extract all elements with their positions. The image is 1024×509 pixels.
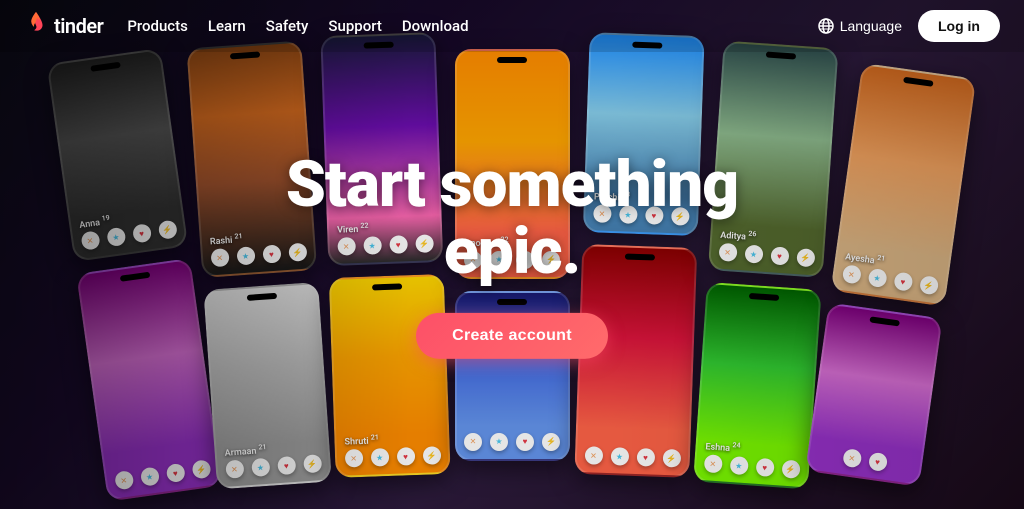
nav-learn[interactable]: Learn (208, 17, 246, 35)
nav-products[interactable]: Products (127, 17, 188, 35)
tinder-flame-icon (24, 12, 48, 40)
nav-support[interactable]: Support (328, 17, 381, 35)
tinder-logo-link[interactable]: tinder (24, 12, 103, 40)
hero-title: Start something epic. (212, 150, 812, 284)
navbar: tinder Products Learn Safety Support Dow… (0, 0, 1024, 52)
nav-links: Products Learn Safety Support Download (127, 17, 817, 35)
login-button[interactable]: Log in (918, 10, 1000, 42)
language-button[interactable]: Language (818, 18, 902, 34)
nav-safety[interactable]: Safety (266, 17, 309, 35)
hero-content: Start something epic. Create account (212, 150, 812, 358)
nav-download[interactable]: Download (402, 17, 469, 35)
globe-icon (818, 18, 834, 34)
create-account-button[interactable]: Create account (416, 313, 608, 359)
brand-name: tinder (54, 14, 103, 38)
language-label: Language (840, 18, 902, 34)
nav-right: Language Log in (818, 10, 1000, 42)
